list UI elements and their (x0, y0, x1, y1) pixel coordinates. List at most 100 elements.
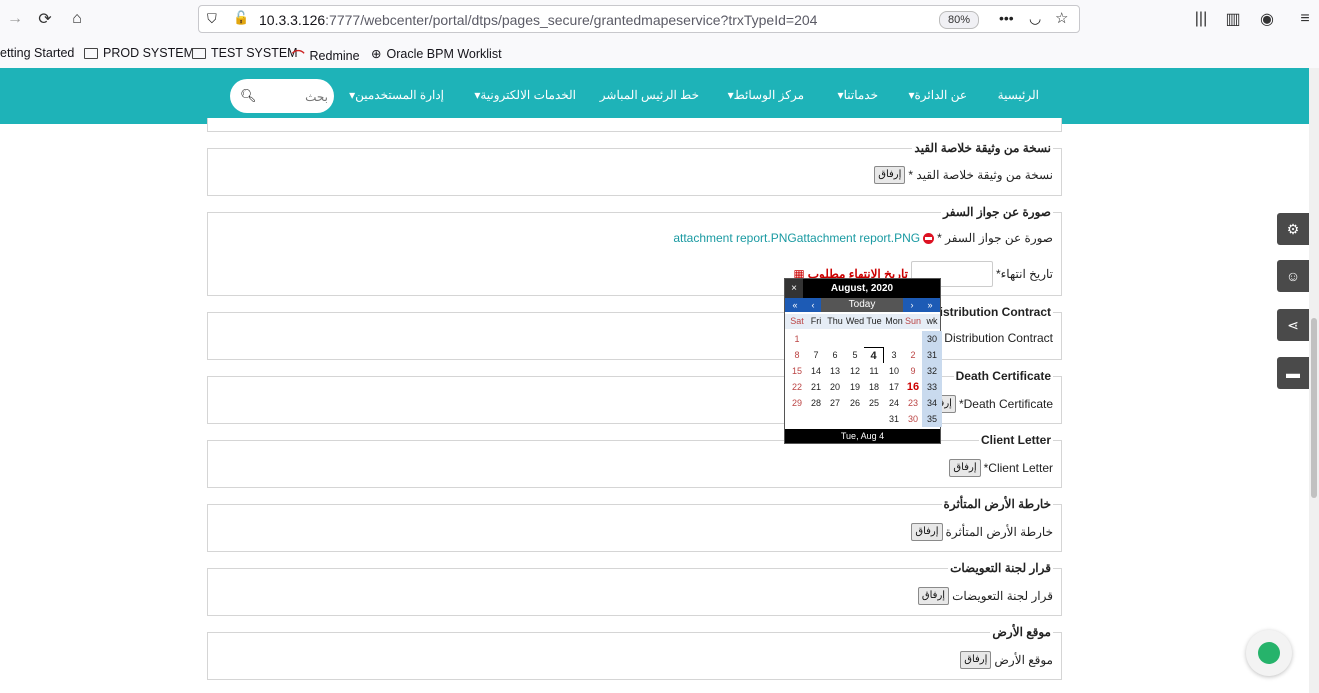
calendar-day[interactable]: 5 (845, 347, 865, 363)
calendar-day (787, 411, 807, 427)
search-input[interactable] (266, 88, 330, 106)
calendar-day[interactable]: 28 (806, 395, 826, 411)
folder-icon (84, 47, 98, 59)
calendar-day[interactable]: 12 (845, 363, 865, 379)
library-icon[interactable]: ||| (1190, 8, 1212, 30)
calendar-day[interactable]: 23 (903, 395, 923, 411)
calendar-day[interactable]: 2 (903, 347, 923, 363)
calendar-day[interactable]: 21 (806, 379, 826, 395)
calendar-day[interactable]: 11 (864, 363, 884, 379)
more-icon[interactable]: ••• (999, 10, 1014, 26)
calendar-day[interactable]: 6 (825, 347, 845, 363)
home-icon[interactable]: ⌂ (66, 8, 88, 30)
settings-gear-icon[interactable]: ⚙ (1277, 213, 1309, 245)
week-number: 30 (922, 331, 942, 347)
scroll-thumb[interactable] (1311, 318, 1317, 498)
field-row: Distribution Contract (944, 331, 1053, 345)
share-icon[interactable]: ⋖ (1277, 309, 1309, 341)
weekday-label: Sat (790, 316, 804, 326)
bookmark-star-icon[interactable]: ☆ (1055, 9, 1068, 27)
bookmark-test-system[interactable]: TEST SYSTEM (192, 46, 298, 60)
field-label: موقع الأرض (994, 653, 1053, 667)
calendar-day[interactable]: 15 (787, 363, 807, 379)
nav-home[interactable]: الرئيسية (998, 88, 1039, 102)
attach-button[interactable]: إرفاق (917, 587, 950, 605)
calendar-day[interactable]: 24 (884, 395, 904, 411)
calendar-header: × August, 2020 (785, 279, 940, 298)
calendar-close-icon[interactable]: × (785, 279, 803, 298)
calendar-day[interactable]: 17 (884, 379, 904, 395)
zoom-level[interactable]: 80% (939, 11, 979, 29)
prev-year-button[interactable]: « (787, 298, 803, 312)
calendar-day[interactable]: 26 (845, 395, 865, 411)
panel-land-map: خارطة الأرض المتأثرة خارطة الأرض المتأثر… (207, 497, 1062, 552)
calendar-day[interactable]: 14 (806, 363, 826, 379)
calendar-day[interactable]: 16 (903, 379, 923, 395)
bookmark-getting-started[interactable]: etting Started (0, 46, 74, 60)
prev-month-button[interactable]: ‹ (805, 298, 821, 312)
field-label: Death Certificate* (958, 397, 1053, 411)
calendar-day[interactable]: 9 (903, 363, 923, 379)
url-text[interactable]: 10.3.3.126:7777/webcenter/portal/dtps/pa… (259, 12, 817, 28)
previous-panel (207, 118, 1062, 132)
account-icon[interactable]: ◉ (1256, 8, 1278, 30)
calendar-day[interactable]: 25 (864, 395, 884, 411)
calendar-day[interactable]: 18 (864, 379, 884, 395)
nav-services[interactable]: خدماتنا▾ (838, 88, 878, 102)
calendar-day[interactable]: 8 (787, 347, 807, 363)
calendar-day[interactable]: 4 (864, 347, 884, 363)
calendar-day[interactable]: 27 (825, 395, 845, 411)
calendar-day[interactable]: 10 (884, 363, 904, 379)
calendar-day[interactable]: 13 (825, 363, 845, 379)
next-month-button[interactable]: › (904, 298, 920, 312)
field-row: قرار لجنة التعويضات إرفاق (917, 587, 1053, 605)
attach-button[interactable]: إرفاق (960, 651, 992, 669)
next-year-button[interactable]: » (922, 298, 938, 312)
calendar-day[interactable]: 30 (903, 411, 923, 427)
field-label: Distribution Contract (944, 331, 1053, 345)
calendar-day[interactable]: 29 (787, 395, 807, 411)
bookmark-oracle-bpm[interactable]: ⊕ Oracle BPM Worklist (371, 46, 502, 62)
attach-button[interactable]: إرفاق (949, 459, 981, 477)
field-label: Client Letter* (983, 461, 1053, 475)
weekday-label: Tue (866, 316, 882, 326)
smiley-icon[interactable]: ☺ (1277, 260, 1309, 292)
nav-user-management[interactable]: إدارة المستخدمين▾ (349, 88, 444, 102)
calendar-day[interactable]: 7 (806, 347, 826, 363)
weekday-label: Wed (845, 316, 865, 326)
calendar-day[interactable]: 22 (787, 379, 807, 395)
calendar-day[interactable]: 1 (787, 331, 807, 347)
bookmark-prod-system[interactable]: PROD SYSTEM (84, 46, 194, 60)
nav-direct-line[interactable]: خط الرئيس المباشر (600, 88, 699, 102)
nav-about[interactable]: عن الدائرة▾ (908, 88, 967, 102)
pocket-icon[interactable]: ◡ (1029, 10, 1041, 27)
week-number: 33 (922, 379, 942, 395)
attach-button[interactable]: إرفاق (874, 166, 906, 184)
field-row: نسخة من وثيقة خلاصة القيد * إرفاق (874, 166, 1053, 184)
remove-attachment-icon[interactable] (923, 232, 935, 244)
nav-media-center[interactable]: مركز الوسائط▾ (728, 88, 804, 102)
calendar-day[interactable]: 31 (884, 411, 904, 427)
calendar-weekday-header: Sat Fri Thu Wed Tue Mon Sun wk (785, 314, 940, 329)
menu-icon[interactable]: ≡ (1294, 8, 1316, 30)
nav-e-services[interactable]: الخدمات الالكترونية▾ (474, 88, 576, 102)
reload-icon[interactable]: ⟳ (34, 8, 56, 30)
url-bar[interactable]: ⛉ 🔓 10.3.3.126:7777/webcenter/portal/dtp… (198, 5, 1080, 33)
forward-icon[interactable]: → (4, 8, 26, 30)
sidebar-icon[interactable]: ▥ (1222, 8, 1244, 30)
calendar-day[interactable]: 19 (845, 379, 865, 395)
page-scrollbar[interactable] (1309, 68, 1319, 693)
chat-widget-button[interactable] (1246, 630, 1292, 676)
attachment-link[interactable]: attachment report.PNGattachment report.P… (673, 231, 920, 245)
search-icon[interactable]: 🔍︎ (240, 88, 257, 104)
bookmark-redmine[interactable]: ⌒ Redmine (292, 46, 360, 65)
calendar-day[interactable]: 3 (884, 347, 904, 363)
attach-button[interactable]: إرفاق (911, 523, 943, 541)
comment-icon[interactable]: ▬ (1277, 357, 1309, 389)
calendar-day (806, 411, 826, 427)
today-button[interactable]: Today (821, 298, 903, 312)
calendar-day[interactable]: 20 (825, 379, 845, 395)
shield-icon[interactable]: ⛉ (207, 11, 217, 27)
insecure-lock-icon[interactable]: 🔓 (233, 10, 249, 26)
calendar-nav: « ‹ Today › » (785, 298, 940, 312)
